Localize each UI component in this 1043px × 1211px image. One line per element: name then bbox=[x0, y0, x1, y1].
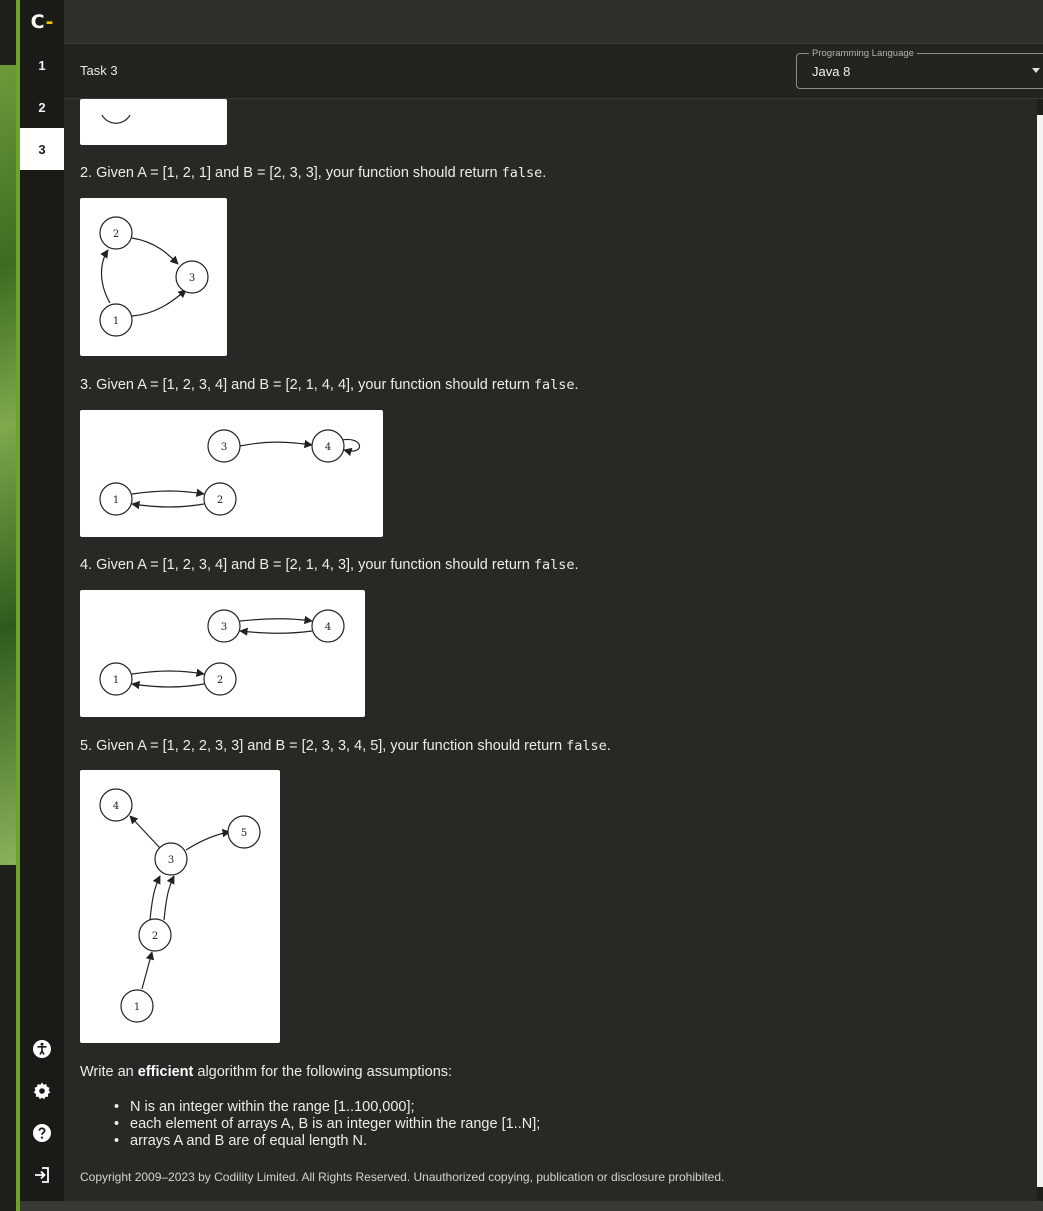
node-label: 1 bbox=[113, 316, 119, 327]
list-item: arrays A and B are of equal length N. bbox=[112, 1133, 540, 1150]
node-label: 1 bbox=[134, 1002, 140, 1013]
example-3-prefix: 3. Given A = [1, 2, 3, 4] and B = [2, 1,… bbox=[80, 377, 534, 393]
logout-icon[interactable] bbox=[30, 1163, 54, 1187]
node-label: 2 bbox=[152, 931, 158, 942]
assumptions-list: N is an integer within the range [1..100… bbox=[112, 1099, 540, 1150]
node-label: 3 bbox=[221, 442, 227, 453]
example-4-text: 4. Given A = [1, 2, 3, 4] and B = [2, 1,… bbox=[80, 557, 578, 573]
assumptions-intro: Write an efficient algorithm for the fol… bbox=[80, 1064, 452, 1080]
node-label: 4 bbox=[325, 622, 331, 633]
example-5-text: 5. Given A = [1, 2, 2, 3, 3] and B = [2,… bbox=[80, 738, 611, 754]
logo-letter: C bbox=[30, 11, 45, 33]
language-select[interactable]: Programming Language Java 8 bbox=[796, 48, 1043, 89]
example-5-diagram: 4 5 3 2 1 bbox=[80, 770, 280, 1043]
list-item: each element of arrays A, B is an intege… bbox=[112, 1116, 540, 1133]
example-4-code: false bbox=[533, 557, 575, 573]
nav-utility-icons bbox=[20, 1037, 64, 1187]
task-header: Task 3 Programming Language Java 8 bbox=[64, 44, 1043, 99]
language-select-legend: Programming Language bbox=[809, 48, 917, 59]
node-label: 4 bbox=[325, 442, 331, 453]
logo-dash: - bbox=[45, 11, 54, 33]
nav-task-2[interactable]: 2 bbox=[20, 86, 64, 128]
node-label: 2 bbox=[113, 229, 119, 240]
example-3-diagram: 3 4 1 2 bbox=[80, 410, 383, 537]
node-label: 1 bbox=[113, 675, 119, 686]
example-4-diagram: 3 4 1 2 bbox=[80, 590, 365, 717]
node-label: 3 bbox=[189, 273, 195, 284]
node-label: 2 bbox=[217, 675, 223, 686]
bottom-strip bbox=[20, 1201, 1043, 1211]
codility-logo[interactable]: C- bbox=[20, 0, 64, 44]
gear-icon[interactable] bbox=[30, 1079, 54, 1103]
example-2-code: false bbox=[501, 165, 543, 181]
example-5-suffix: . bbox=[606, 738, 611, 754]
assumptions-intro-after: algorithm for the following assumptions: bbox=[193, 1064, 453, 1080]
node-label: 1 bbox=[113, 495, 119, 506]
example-4-suffix: . bbox=[574, 557, 579, 573]
task-description: 2. Given A = [1, 2, 1] and B = [2, 3, 3]… bbox=[64, 99, 1037, 1201]
example-5-code: false bbox=[566, 738, 607, 754]
assumptions-intro-before: Write an bbox=[80, 1064, 138, 1080]
example-1-diagram bbox=[80, 99, 227, 145]
nav-task-1[interactable]: 1 bbox=[20, 44, 64, 86]
language-select-value: Java 8 bbox=[812, 64, 851, 79]
node-label: 5 bbox=[241, 828, 247, 839]
example-3-suffix: . bbox=[574, 377, 579, 393]
top-bar bbox=[64, 0, 1043, 44]
node-label: 3 bbox=[168, 855, 174, 866]
accessibility-icon[interactable] bbox=[30, 1037, 54, 1061]
example-2-prefix: 2. Given A = [1, 2, 1] and B = [2, 3, 3]… bbox=[80, 165, 502, 181]
example-3-code: false bbox=[533, 377, 575, 393]
example-2-suffix: . bbox=[542, 165, 547, 181]
example-3-text: 3. Given A = [1, 2, 3, 4] and B = [2, 1,… bbox=[80, 377, 578, 393]
task-title: Task 3 bbox=[80, 63, 118, 78]
chevron-down-icon bbox=[1032, 68, 1040, 73]
node-label: 4 bbox=[113, 801, 119, 812]
task-navigation: C- 1 2 3 bbox=[20, 0, 64, 1211]
example-2-text: 2. Given A = [1, 2, 1] and B = [2, 3, 3]… bbox=[80, 165, 546, 181]
example-4-prefix: 4. Given A = [1, 2, 3, 4] and B = [2, 1,… bbox=[80, 557, 534, 573]
example-2-diagram: 2 3 1 bbox=[80, 198, 227, 356]
assumptions-intro-bold: efficient bbox=[137, 1064, 194, 1080]
example-5-prefix: 5. Given A = [1, 2, 2, 3, 3] and B = [2,… bbox=[80, 738, 567, 754]
copyright-notice: Copyright 2009–2023 by Codility Limited.… bbox=[80, 1170, 725, 1184]
node-label: 3 bbox=[221, 622, 227, 633]
nav-task-3[interactable]: 3 bbox=[20, 128, 64, 170]
node-label: 2 bbox=[217, 495, 223, 506]
help-icon[interactable] bbox=[30, 1121, 54, 1145]
editor-panel-edge bbox=[1037, 115, 1043, 1187]
list-item: N is an integer within the range [1..100… bbox=[112, 1099, 540, 1116]
